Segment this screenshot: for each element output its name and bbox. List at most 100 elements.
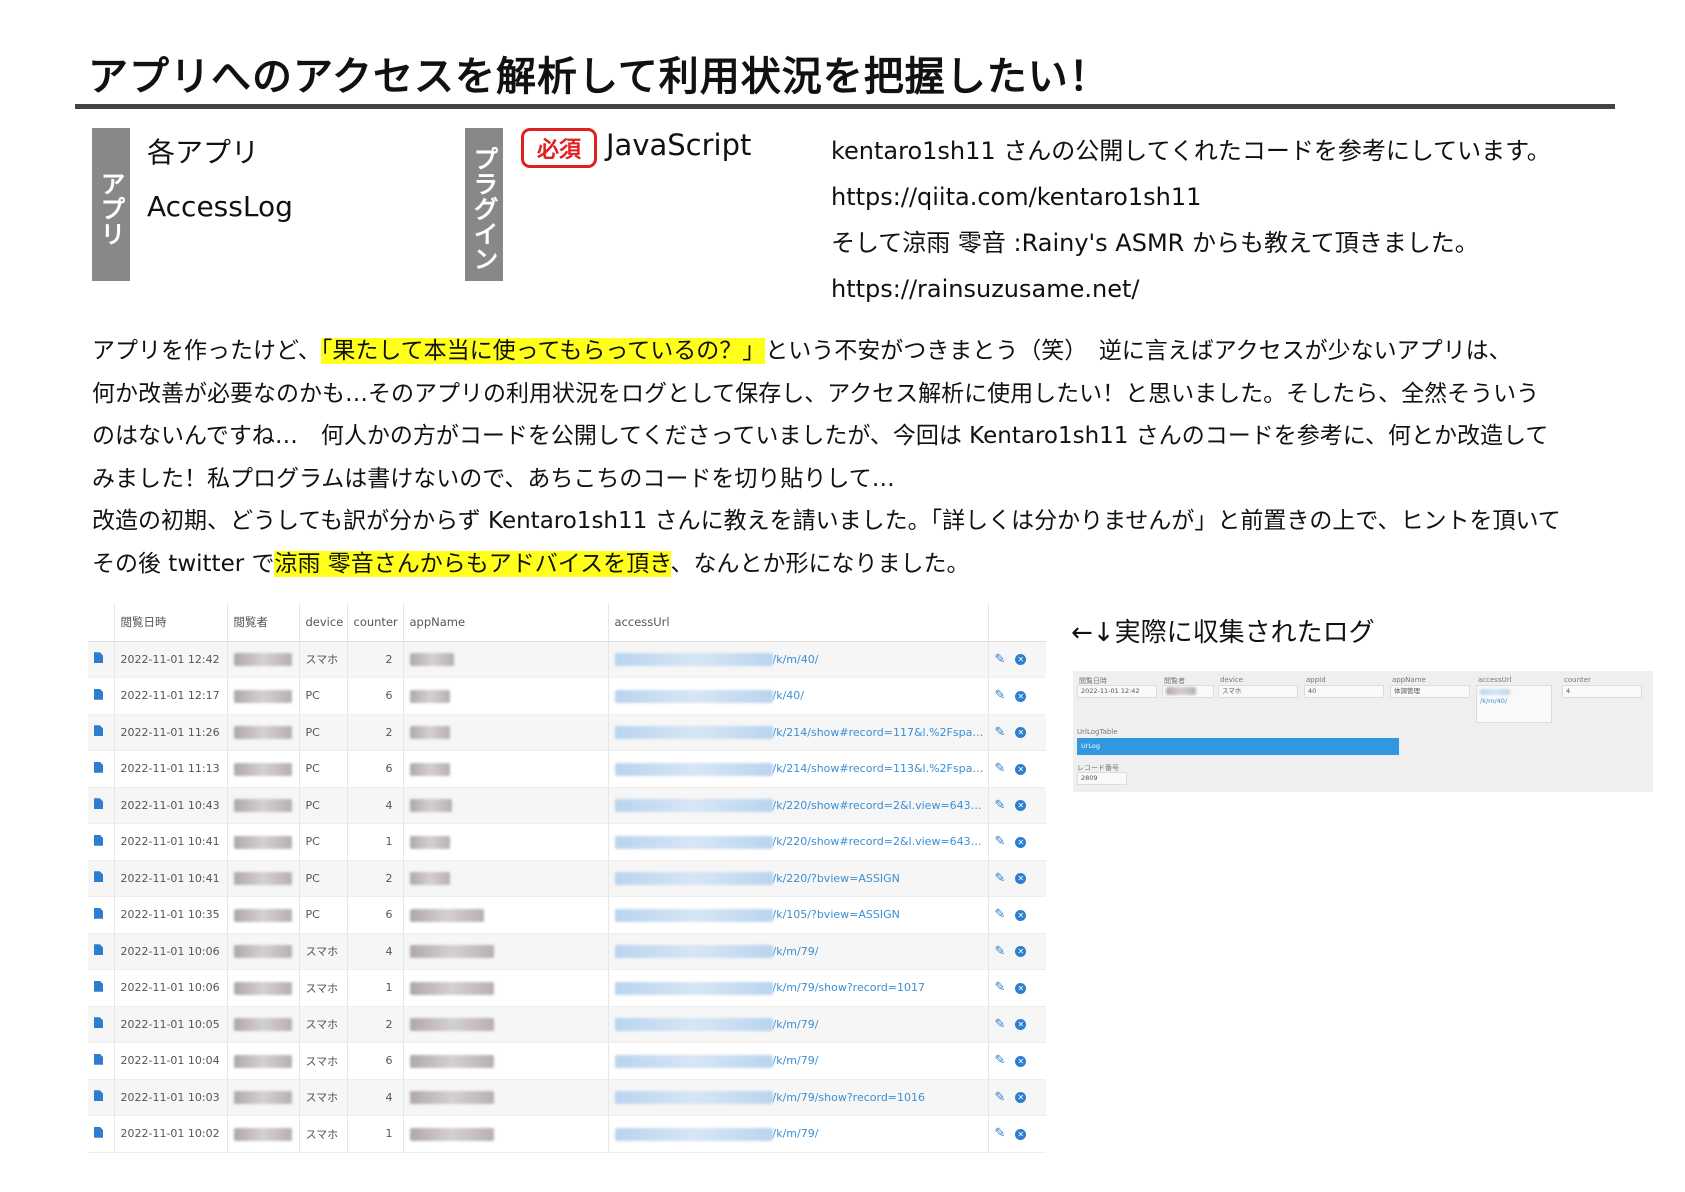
table-row[interactable]: 2022-11-01 11:13 PC 6/k/214/show#record=11… <box>88 750 1046 788</box>
url-path[interactable]: /k/m/79/ <box>773 1018 819 1031</box>
record-detail-cell[interactable] <box>88 860 114 897</box>
cell-accessurl[interactable]: /k/220/show#record=2&l.view=643… <box>607 823 988 861</box>
close-icon[interactable]: ✕ <box>1015 690 1027 702</box>
pencil-icon[interactable]: ✎ <box>995 798 1006 813</box>
record-detail-cell[interactable] <box>88 641 114 678</box>
record-detail-cell[interactable] <box>88 1079 114 1116</box>
credit-link[interactable]: https://qiita.com/kentaro1sh11 <box>831 174 1551 220</box>
record-detail-cell[interactable] <box>88 787 114 824</box>
document-icon[interactable] <box>94 761 103 773</box>
url-path[interactable]: /k/m/79/show?record=1017 <box>773 981 926 994</box>
cell-accessurl[interactable]: /k/214/show#record=117&l.%2Fspa… <box>607 714 988 751</box>
header-counter[interactable]: counter <box>346 603 403 642</box>
close-icon[interactable]: ✕ <box>1015 946 1027 958</box>
credit-link[interactable]: https://rainsuzusame.net/ <box>831 266 1551 312</box>
pencil-icon[interactable]: ✎ <box>995 1090 1006 1105</box>
record-detail-cell[interactable] <box>88 933 114 970</box>
pencil-icon[interactable]: ✎ <box>995 688 1006 703</box>
table-row[interactable]: 2022-11-01 10:05 スマホ 2/k/m/79/✎ ✕ <box>88 1006 1046 1043</box>
close-icon[interactable]: ✕ <box>1015 909 1027 921</box>
document-icon[interactable] <box>94 834 103 846</box>
url-path[interactable]: /k/220/?bview=ASSIGN <box>773 872 900 885</box>
url-path[interactable]: /k/220/show#record=2&l.view=643… <box>773 799 982 812</box>
close-icon[interactable]: ✕ <box>1015 1055 1027 1067</box>
url-path[interactable]: /k/m/79/ <box>773 945 819 958</box>
document-icon[interactable] <box>94 652 103 664</box>
close-icon[interactable]: ✕ <box>1015 654 1027 666</box>
pencil-icon[interactable]: ✎ <box>995 871 1006 886</box>
close-icon[interactable]: ✕ <box>1015 763 1027 775</box>
table-row[interactable]: 2022-11-01 10:41 PC 2/k/220/?bview=ASSIGN ✎… <box>88 860 1046 897</box>
cell-accessurl[interactable]: /k/m/40/ <box>607 641 988 678</box>
cell-accessurl[interactable]: /k/m/79/ <box>607 1115 988 1153</box>
cell-accessurl[interactable]: /k/m/79/ <box>607 1006 988 1043</box>
cell-accessurl[interactable]: /k/105/?bview=ASSIGN <box>607 896 988 934</box>
url-path[interactable]: /k/m/40/ <box>773 653 819 666</box>
document-icon[interactable] <box>94 944 103 956</box>
table-row[interactable]: 2022-11-01 10:06 スマホ 1/k/m/79/show?record=… <box>88 969 1046 1007</box>
cell-accessurl[interactable]: /k/40/ <box>607 677 988 715</box>
url-path[interactable]: /k/m/79/ <box>773 1127 819 1140</box>
record-detail-cell[interactable] <box>88 677 114 715</box>
table-row[interactable]: 2022-11-01 10:04 スマホ 6/k/m/79/✎ ✕ <box>88 1042 1046 1080</box>
close-icon[interactable]: ✕ <box>1015 1019 1027 1031</box>
url-path[interactable]: /k/m/79/ <box>773 1054 819 1067</box>
record-detail-cell[interactable] <box>88 896 114 934</box>
document-icon[interactable] <box>94 1126 103 1138</box>
document-icon[interactable] <box>94 798 103 810</box>
table-row[interactable]: 2022-11-01 10:02 スマホ 1/k/m/79/✎ ✕ <box>88 1115 1046 1153</box>
pencil-icon[interactable]: ✎ <box>995 652 1006 667</box>
pencil-icon[interactable]: ✎ <box>995 980 1006 995</box>
url-path[interactable]: /k/214/show#record=117&l.%2Fspa… <box>773 726 984 739</box>
cell-accessurl[interactable]: /k/214/show#record=113&l.%2Fspa… <box>607 750 988 788</box>
cell-accessurl[interactable]: /k/m/79/ <box>607 933 988 970</box>
pencil-icon[interactable]: ✎ <box>995 1053 1006 1068</box>
cell-accessurl[interactable]: /k/m/79/show?record=1017 <box>607 969 988 1007</box>
document-icon[interactable] <box>94 1053 103 1065</box>
table-row[interactable]: 2022-11-01 11:26 PC 2/k/214/show#record=11… <box>88 714 1046 751</box>
document-icon[interactable] <box>94 725 103 737</box>
pencil-icon[interactable]: ✎ <box>995 725 1006 740</box>
pencil-icon[interactable]: ✎ <box>995 944 1006 959</box>
table-row[interactable]: 2022-11-01 12:17 PC 6/k/40/✎ ✕ <box>88 677 1046 715</box>
url-path[interactable]: /k/214/show#record=113&l.%2Fspa… <box>773 762 984 775</box>
pencil-icon[interactable]: ✎ <box>995 1017 1006 1032</box>
pencil-icon[interactable]: ✎ <box>995 907 1006 922</box>
cell-accessurl[interactable]: /k/m/79/ <box>607 1042 988 1080</box>
record-detail-cell[interactable] <box>88 823 114 861</box>
table-row[interactable]: 2022-11-01 10:43 PC 4/k/220/show#record=2&… <box>88 787 1046 824</box>
close-icon[interactable]: ✕ <box>1015 836 1027 848</box>
document-icon[interactable] <box>94 688 103 700</box>
url-path[interactable]: /k/220/show#record=2&l.view=643… <box>773 835 982 848</box>
header-accessurl[interactable]: accessUrl <box>607 603 988 642</box>
close-icon[interactable]: ✕ <box>1015 1128 1027 1140</box>
record-detail-cell[interactable] <box>88 714 114 751</box>
close-icon[interactable]: ✕ <box>1015 800 1027 812</box>
close-icon[interactable]: ✕ <box>1015 727 1027 739</box>
cell-accessurl[interactable]: /k/m/79/show?record=1016 <box>607 1079 988 1116</box>
url-path[interactable]: /k/m/79/show?record=1016 <box>773 1091 926 1104</box>
pencil-icon[interactable]: ✎ <box>995 1126 1006 1141</box>
record-detail-cell[interactable] <box>88 1006 114 1043</box>
record-detail-cell[interactable] <box>88 1115 114 1153</box>
header-device[interactable]: device <box>298 603 347 642</box>
document-icon[interactable] <box>94 871 103 883</box>
table-row[interactable]: 2022-11-01 10:35 PC 6/k/105/?bview=ASSIGN ✎… <box>88 896 1046 934</box>
url-path[interactable]: /k/40/ <box>773 689 805 702</box>
record-detail-cell[interactable] <box>88 1042 114 1080</box>
table-row[interactable]: 2022-11-01 12:42 スマホ 2/k/m/40/✎ ✕ <box>88 641 1046 678</box>
table-row[interactable]: 2022-11-01 10:41 PC 1/k/220/show#record=2&… <box>88 823 1046 861</box>
record-detail-cell[interactable] <box>88 750 114 788</box>
url-path[interactable]: /k/105/?bview=ASSIGN <box>773 908 900 921</box>
cell-accessurl[interactable]: /k/220/?bview=ASSIGN <box>607 860 988 897</box>
document-icon[interactable] <box>94 980 103 992</box>
cell-accessurl[interactable]: /k/220/show#record=2&l.view=643… <box>607 787 988 824</box>
close-icon[interactable]: ✕ <box>1015 873 1027 885</box>
pencil-icon[interactable]: ✎ <box>995 761 1006 776</box>
table-row[interactable]: 2022-11-01 10:03 スマホ 4/k/m/79/show?record=… <box>88 1079 1046 1116</box>
pencil-icon[interactable]: ✎ <box>995 834 1006 849</box>
header-user[interactable]: 閲覧者 <box>226 603 299 642</box>
document-icon[interactable] <box>94 1090 103 1102</box>
record-detail-cell[interactable] <box>88 969 114 1007</box>
header-date[interactable]: 閲覧日時 <box>113 603 227 642</box>
